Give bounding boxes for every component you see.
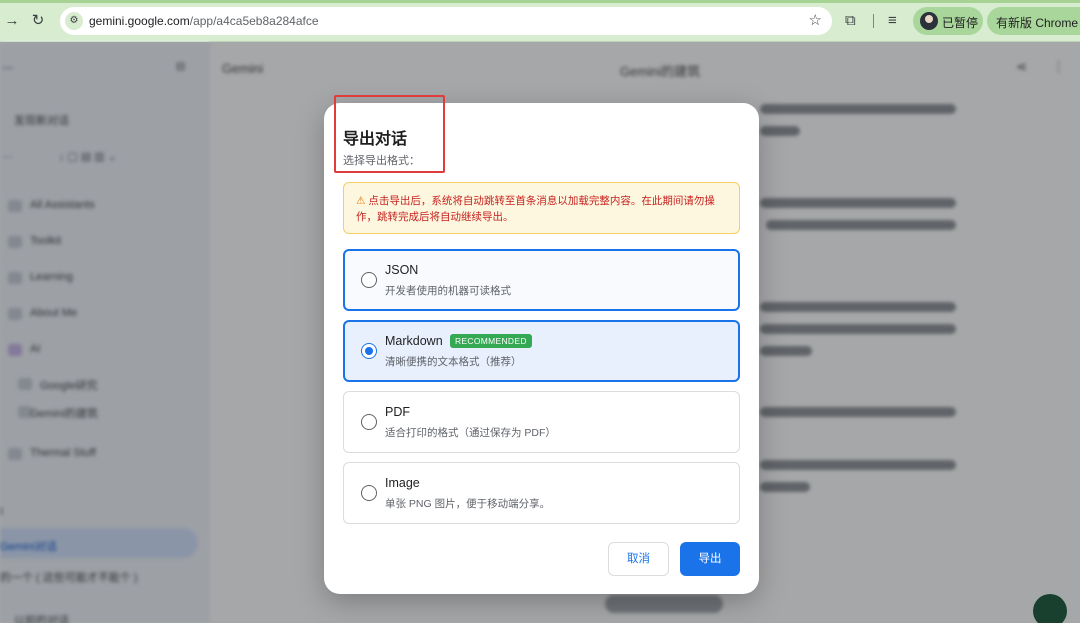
warning-banner: ⚠ 点击导出后，系统将自动跳转至首条消息以加载完整内容。在此期间请勿操作，跳转完成… — [343, 182, 740, 234]
avatar — [920, 12, 938, 30]
option-description: 清晰便携的文本格式（推荐） — [385, 356, 522, 368]
bookmark-star-icon[interactable]: ☆ — [809, 12, 822, 30]
option-title: Markdown — [385, 334, 443, 348]
url-host: gemini.google.com — [89, 14, 190, 28]
format-option-image[interactable]: Image 单张 PNG 图片，便于移动端分享。 — [343, 462, 740, 524]
browser-toolbar: → ↻ ⚙ gemini.google.com/app/a4ca5eb8a284… — [0, 0, 1080, 42]
url-path: /app/a4ca5eb8a284afce — [189, 14, 319, 28]
format-option-json[interactable]: JSON 开发者使用的机器可读格式 — [343, 249, 740, 311]
chrome-update-label: 有新版 Chrome 可 — [996, 16, 1080, 30]
export-dialog: 导出对话 选择导出格式： ⚠ 点击导出后，系统将自动跳转至首条消息以加载完整内容。… — [324, 103, 759, 594]
warning-icon: ⚠ — [356, 195, 366, 207]
radio-icon[interactable] — [361, 485, 377, 501]
format-option-markdown[interactable]: Markdown RECOMMENDED 清晰便携的文本格式（推荐） — [343, 320, 740, 382]
address-bar[interactable]: ⚙ gemini.google.com/app/a4ca5eb8a284afce… — [60, 7, 832, 35]
option-title: Image — [385, 476, 420, 490]
reload-icon[interactable]: ↻ — [28, 11, 48, 31]
warning-text: 点击导出后，系统将自动跳转至首条消息以加载完整内容。在此期间请勿操作，跳转完成后… — [356, 195, 715, 223]
warning-message: ⚠ 点击导出后，系统将自动跳转至首条消息以加载完整内容。在此期间请勿操作，跳转完成… — [356, 193, 727, 225]
radio-icon[interactable] — [361, 343, 377, 359]
red-annotation-box — [334, 95, 445, 173]
back-arrow-icon[interactable]: → — [2, 11, 22, 31]
radio-icon[interactable] — [361, 414, 377, 430]
chrome-update-button[interactable]: 有新版 Chrome 可 — [987, 7, 1080, 35]
option-description: 开发者使用的机器可读格式 — [385, 285, 511, 297]
option-title: PDF — [385, 405, 410, 419]
extensions-icon[interactable]: ⧉ — [845, 11, 856, 31]
profile-button[interactable]: 已暂停 — [913, 7, 983, 35]
format-option-pdf[interactable]: PDF 适合打印的格式（通过保存为 PDF） — [343, 391, 740, 453]
reading-list-icon[interactable]: ≡ — [888, 11, 897, 31]
option-description: 单张 PNG 图片，便于移动端分享。 — [385, 498, 551, 510]
option-description: 适合打印的格式（通过保存为 PDF） — [385, 427, 556, 439]
option-title: JSON — [385, 263, 419, 277]
site-info-icon[interactable]: ⚙ — [65, 12, 83, 30]
toolbar-divider — [873, 14, 874, 28]
url-text[interactable]: gemini.google.com/app/a4ca5eb8a284afce — [89, 14, 319, 28]
tab-strip-edge — [0, 0, 1080, 3]
profile-status-label: 已暂停 — [942, 16, 979, 30]
recommended-badge: RECOMMENDED — [450, 334, 532, 348]
cancel-button[interactable]: 取消 — [608, 542, 669, 576]
export-button[interactable]: 导出 — [680, 542, 740, 576]
radio-icon[interactable] — [361, 272, 377, 288]
